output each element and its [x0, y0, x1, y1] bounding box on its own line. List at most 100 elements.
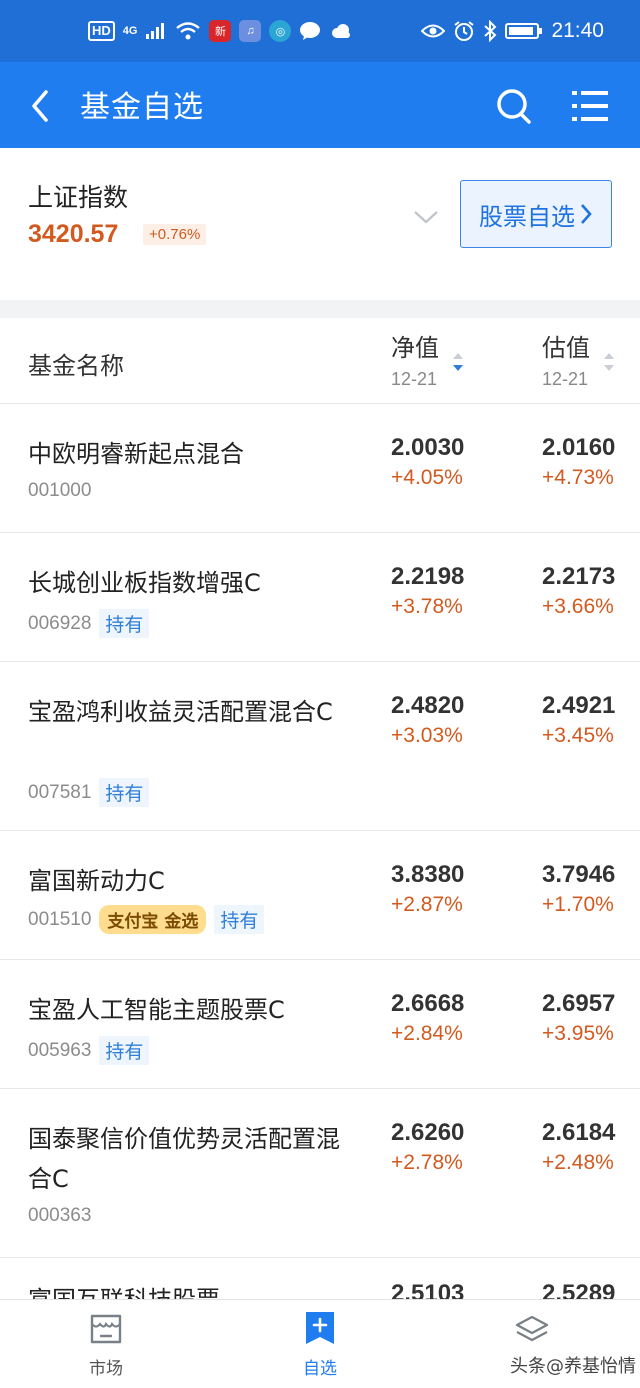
network-type: 4G [122, 25, 138, 37]
table-header: 基金名称 净值 12-21 估值 12-21 [0, 318, 640, 404]
holding-tag: 持有 [214, 905, 265, 934]
nav-change: +3.03% [391, 724, 463, 747]
chevron-down-icon[interactable] [412, 208, 440, 226]
header-nav-label: 净值 [391, 334, 439, 362]
nav-value: 2.0030 [391, 434, 465, 461]
stock-watchlist-label: 股票自选 [479, 202, 575, 231]
bookmark-plus-icon [306, 1312, 334, 1344]
nav-bar: 基金自选 [0, 62, 640, 148]
fund-meta: 005963 持有 [28, 1036, 150, 1065]
fund-name: 宝盈鸿利收益灵活配置混合C [28, 698, 333, 726]
estimate-cell: 2.0160 +4.73% [542, 434, 615, 490]
page-title: 基金自选 [80, 90, 204, 125]
fund-code: 001510 [28, 908, 92, 930]
table-row[interactable]: 国泰聚信价值优势灵活配置混合C 000363 2.6260 +2.78% 2.6… [0, 1089, 640, 1258]
estimate-value: 2.2173 [542, 563, 616, 590]
nav-cell: 2.4820 +3.03% [391, 692, 464, 748]
search-icon[interactable] [494, 86, 534, 126]
browser-app-icon: ◎ [269, 20, 292, 42]
holding-tag: 持有 [99, 609, 150, 638]
fund-meta: 001510 支付宝 金选 持有 [28, 905, 265, 934]
section-divider [0, 300, 640, 318]
fund-name: 长城创业板指数增强C [28, 569, 261, 597]
layers-icon [515, 1315, 549, 1342]
nav-value: 2.4820 [391, 692, 465, 719]
fund-meta: 006928 持有 [28, 609, 150, 638]
estimate-change: +3.95% [542, 1022, 614, 1045]
news-app-icon: 新 [209, 20, 232, 42]
fund-code: 005963 [28, 1039, 92, 1061]
fund-meta: 000363 [28, 1205, 91, 1227]
table-row[interactable]: 宝盈鸿利收益灵活配置混合C 007581 持有 2.4820 +3.03% 2.… [0, 662, 640, 831]
watermark-text: 头条@养基怡情 [510, 1356, 636, 1377]
sort-icon[interactable] [603, 352, 615, 372]
stock-watchlist-button[interactable]: 股票自选 [460, 180, 612, 248]
estimate-value: 2.4921 [542, 692, 616, 719]
fund-name: 中欧明睿新起点混合 [28, 440, 244, 468]
battery-icon [505, 23, 543, 39]
nav-cell: 2.0030 +4.05% [391, 434, 464, 490]
market-index-panel[interactable]: 上证指数 3420.57 +0.76% 股票自选 [0, 148, 640, 300]
tab-favorites[interactable]: 自选 [260, 1300, 380, 1388]
holding-tag: 持有 [99, 1036, 150, 1065]
list-menu-icon[interactable] [570, 86, 610, 126]
table-row[interactable]: 富国新动力C 001510 支付宝 金选 持有 3.8380 +2.87% 3.… [0, 831, 640, 960]
index-change-badge: +0.76% [143, 224, 207, 245]
nav-cell: 3.8380 +2.87% [391, 861, 464, 917]
index-name: 上证指数 [28, 183, 129, 212]
table-row[interactable]: 长城创业板指数增强C 006928 持有 2.2198 +3.78% 2.217… [0, 533, 640, 662]
estimate-value: 2.6957 [542, 990, 616, 1017]
nav-value: 2.6260 [391, 1119, 465, 1146]
header-est-label: 估值 [542, 334, 590, 362]
estimate-change: +3.45% [542, 724, 614, 747]
status-bar: HD 4G 新 ♫ ◎ 21:40 [0, 0, 640, 62]
table-row[interactable]: 宝盈人工智能主题股票C 005963 持有 2.6668 +2.84% 2.69… [0, 960, 640, 1089]
nav-value: 2.6668 [391, 990, 465, 1017]
estimate-cell: 2.4921 +3.45% [542, 692, 615, 748]
status-right: 21:40 [421, 19, 604, 43]
estimate-value: 2.6184 [542, 1119, 616, 1146]
tab-market-label: 市场 [89, 1359, 123, 1379]
music-app-icon: ♫ [239, 20, 262, 42]
cloud-icon [332, 24, 351, 38]
nav-change: +2.87% [391, 893, 463, 916]
fund-code: 006928 [28, 612, 92, 634]
chat-icon [300, 22, 321, 40]
clock: 21:40 [551, 19, 604, 42]
nav-value: 2.2198 [391, 563, 465, 590]
estimate-cell: 2.2173 +3.66% [542, 563, 615, 619]
tab-market[interactable]: 市场 [46, 1300, 166, 1388]
back-arrow-icon[interactable] [26, 86, 58, 126]
estimate-cell: 2.6184 +2.48% [542, 1119, 615, 1175]
header-nav-column[interactable]: 净值 12-21 [391, 328, 439, 390]
store-icon [90, 1314, 122, 1344]
nav-value: 3.8380 [391, 861, 465, 888]
table-row[interactable]: 中欧明睿新起点混合 001000 2.0030 +4.05% 2.0160 +4… [0, 404, 640, 533]
estimate-cell: 2.6957 +3.95% [542, 990, 615, 1046]
header-est-date: 12-21 [542, 369, 589, 389]
fund-name: 国泰聚信价值优势灵活配置混合C [28, 1125, 340, 1193]
hd-badge: HD [88, 21, 115, 41]
header-fund-name: 基金名称 [28, 352, 124, 380]
estimate-change: +2.48% [542, 1151, 614, 1174]
fund-name: 富国新动力C [28, 867, 165, 895]
nav-change: +2.84% [391, 1022, 463, 1045]
estimate-cell: 3.7946 +1.70% [542, 861, 615, 917]
eye-icon [421, 24, 446, 38]
nav-change: +4.05% [391, 466, 463, 489]
estimate-change: +1.70% [542, 893, 614, 916]
status-left: HD 4G 新 ♫ ◎ [88, 20, 353, 42]
fund-list: 中欧明睿新起点混合 001000 2.0030 +4.05% 2.0160 +4… [0, 404, 640, 1318]
fund-code: 001000 [28, 480, 92, 501]
sort-desc-icon[interactable] [452, 352, 464, 372]
estimate-change: +4.73% [542, 466, 614, 489]
header-est-column[interactable]: 估值 12-21 [542, 328, 590, 390]
tab-favorites-label: 自选 [303, 1359, 337, 1379]
chevron-right-icon [581, 204, 592, 224]
nav-cell: 2.6668 +2.84% [391, 990, 464, 1046]
alarm-icon [454, 21, 475, 41]
alipay-selection-tag: 支付宝 金选 [99, 905, 207, 934]
fund-code: 007581 [28, 781, 92, 803]
nav-change: +2.78% [391, 1151, 463, 1174]
wifi-icon [176, 22, 201, 40]
